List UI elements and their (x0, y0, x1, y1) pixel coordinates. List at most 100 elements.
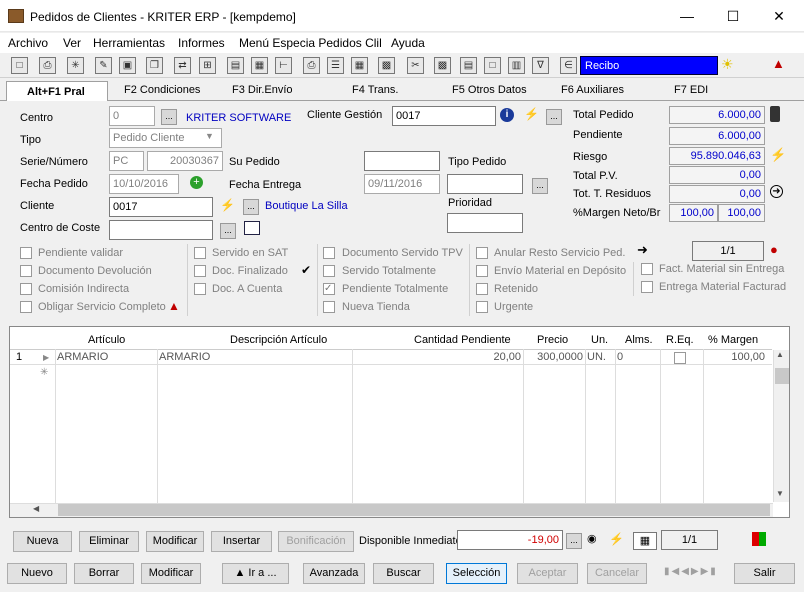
stamp-icon[interactable]: ⎙ (303, 57, 320, 74)
cliente-gestion-input[interactable]: 0017 (392, 106, 496, 126)
avanzada-button[interactable]: Avanzada (303, 563, 365, 584)
scroll-thumb[interactable] (775, 368, 789, 384)
pendiente-totalmente-checkbox[interactable]: ✓ (323, 283, 335, 295)
hierarchy-icon[interactable]: ⊢ (275, 57, 292, 74)
fecha-entrega-input[interactable]: 09/11/2016 (364, 174, 440, 194)
modificar-button[interactable]: Modificar (141, 563, 201, 584)
col-descripcion[interactable]: Descripción Artículo (230, 334, 327, 346)
tab-auxiliares[interactable]: F6 Auxiliares (561, 84, 624, 96)
star-icon[interactable]: ✳ (67, 57, 84, 74)
copy-icon[interactable]: ❐ (146, 57, 163, 74)
insertar-linea-button[interactable]: Insertar (211, 531, 272, 552)
retenido-checkbox[interactable] (476, 283, 488, 295)
col-alms[interactable]: Alms. (625, 334, 653, 346)
buscar-button[interactable]: Buscar (373, 563, 434, 584)
scroll-left-icon[interactable]: ◀ (33, 504, 39, 513)
scroll-down-icon[interactable]: ▼ (776, 489, 784, 498)
record-navigation[interactable]: ▮◀◀▶▶▮ (664, 566, 718, 577)
attach-icon[interactable]: ∈ (560, 57, 577, 74)
alert-icon[interactable]: ▲ (168, 299, 180, 313)
menu-ver[interactable]: Ver (63, 36, 81, 50)
tipo-pedido-lookup-button[interactable]: ... (532, 178, 548, 194)
pen-icon[interactable]: ✎ (95, 57, 112, 74)
centro-lookup-button[interactable]: ... (161, 109, 177, 125)
col-req[interactable]: R.Eq. (666, 334, 694, 346)
prioridad-input[interactable] (447, 213, 523, 233)
fact-material-checkbox[interactable] (641, 263, 653, 275)
tab-dir-envio[interactable]: F3 Dir.Envío (232, 84, 293, 96)
tab-trans[interactable]: F4 Trans. (352, 84, 398, 96)
cell-margen[interactable]: 100,00 (705, 351, 765, 363)
document-icon[interactable]: ▤ (460, 57, 477, 74)
scroll-up-icon[interactable]: ▲ (776, 350, 784, 359)
aceptar-button[interactable]: Aceptar (517, 563, 578, 584)
page-icon[interactable]: □ (484, 57, 501, 74)
urgente-checkbox[interactable] (476, 301, 488, 313)
menu-ayuda[interactable]: Ayuda (391, 36, 425, 50)
col-un[interactable]: Un. (591, 334, 608, 346)
seleccion-button[interactable]: Selección (446, 563, 507, 584)
info-icon[interactable]: i (500, 108, 514, 122)
close-button[interactable]: ✕ (756, 0, 802, 32)
servido-totalmente-checkbox[interactable] (323, 265, 335, 277)
menu-herramientas[interactable]: Herramientas (93, 36, 165, 50)
money-bag-icon[interactable]: ● (770, 242, 778, 257)
documento-servido-tpv-checkbox[interactable] (323, 247, 335, 259)
minimize-button[interactable]: — (664, 0, 710, 32)
tab-otros-datos[interactable]: F5 Otros Datos (452, 84, 527, 96)
ir-a-button[interactable]: ▲ Ir a ... (222, 563, 289, 584)
recibo-selector[interactable]: Recibo (580, 56, 718, 75)
split-icon[interactable]: ⇄ (174, 57, 191, 74)
centro-input[interactable]: 0 (109, 106, 155, 126)
doc-a-cuenta-checkbox[interactable] (194, 283, 206, 295)
picture-icon[interactable]: ▩ (434, 57, 451, 74)
lightning-icon[interactable]: ⚡ (220, 198, 235, 212)
cliente-lookup-button[interactable]: ... (243, 199, 259, 215)
preview-icon[interactable]: □ (11, 57, 28, 74)
comision-indirecta-checkbox[interactable] (20, 283, 32, 295)
list-icon[interactable]: ☰ (327, 57, 344, 74)
lightbulb-icon[interactable]: ☀ (721, 56, 734, 73)
lightning-icon[interactable]: ⚡ (770, 147, 786, 163)
nueva-tienda-checkbox[interactable] (323, 301, 335, 313)
envio-material-checkbox[interactable] (476, 265, 488, 277)
tree-icon[interactable]: ⊞ (199, 57, 216, 74)
calc-icon[interactable]: ▣ (119, 57, 136, 74)
lightning-icon[interactable]: ⚡ (609, 532, 624, 546)
grid-icon[interactable]: ▦ (251, 57, 268, 74)
pendiente-validar-checkbox[interactable] (20, 247, 32, 259)
menu-informes[interactable]: Informes (178, 36, 225, 50)
salir-button[interactable]: Salir (734, 563, 795, 584)
menu-especia[interactable]: Menú Especia Pedidos Clil (239, 36, 382, 50)
scissors-icon[interactable]: ✂ (407, 57, 424, 74)
print-icon[interactable]: ⎙ (39, 57, 56, 74)
serie-input[interactable]: PC (109, 151, 144, 171)
tab-principal[interactable]: Alt+F1 Pral (6, 81, 108, 101)
doc-finalizado-checkbox[interactable] (194, 265, 206, 277)
colors-icon[interactable] (752, 532, 766, 546)
cancelar-button[interactable]: Cancelar (587, 563, 647, 584)
chevron-down-icon[interactable]: ▼ (205, 131, 214, 141)
centro-coste-input[interactable] (109, 220, 213, 240)
lightning-icon[interactable]: ⚡ (524, 107, 539, 121)
servido-sat-checkbox[interactable] (194, 247, 206, 259)
col-margen[interactable]: % Margen (708, 334, 758, 346)
table-row[interactable] (10, 349, 772, 365)
centro-coste-lookup-button[interactable]: ... (220, 223, 236, 239)
arrow-right-icon[interactable]: ➜ (770, 185, 783, 198)
folder-icon[interactable]: ▥ (508, 57, 525, 74)
disponible-lookup-button[interactable]: ... (566, 533, 582, 549)
nueva-linea-button[interactable]: Nueva (13, 531, 72, 552)
clip-icon[interactable]: ∇ (532, 57, 549, 74)
cell-cantidad[interactable]: 20,00 (470, 351, 521, 363)
add-icon[interactable]: + (190, 176, 203, 189)
arrow-right-icon[interactable]: ➜ (637, 242, 648, 258)
tab-edi[interactable]: F7 EDI (674, 84, 708, 96)
modificar-linea-button[interactable]: Modificar (146, 531, 204, 552)
edit-doc-icon[interactable]: ▤ (227, 57, 244, 74)
chart-icon[interactable]: ▩ (378, 57, 395, 74)
nuevo-button[interactable]: Nuevo (7, 563, 67, 584)
numero-input[interactable]: 20030367 (147, 151, 223, 171)
col-articulo[interactable]: Artículo (88, 334, 125, 346)
cell-articulo[interactable]: ARMARIO (57, 351, 108, 363)
